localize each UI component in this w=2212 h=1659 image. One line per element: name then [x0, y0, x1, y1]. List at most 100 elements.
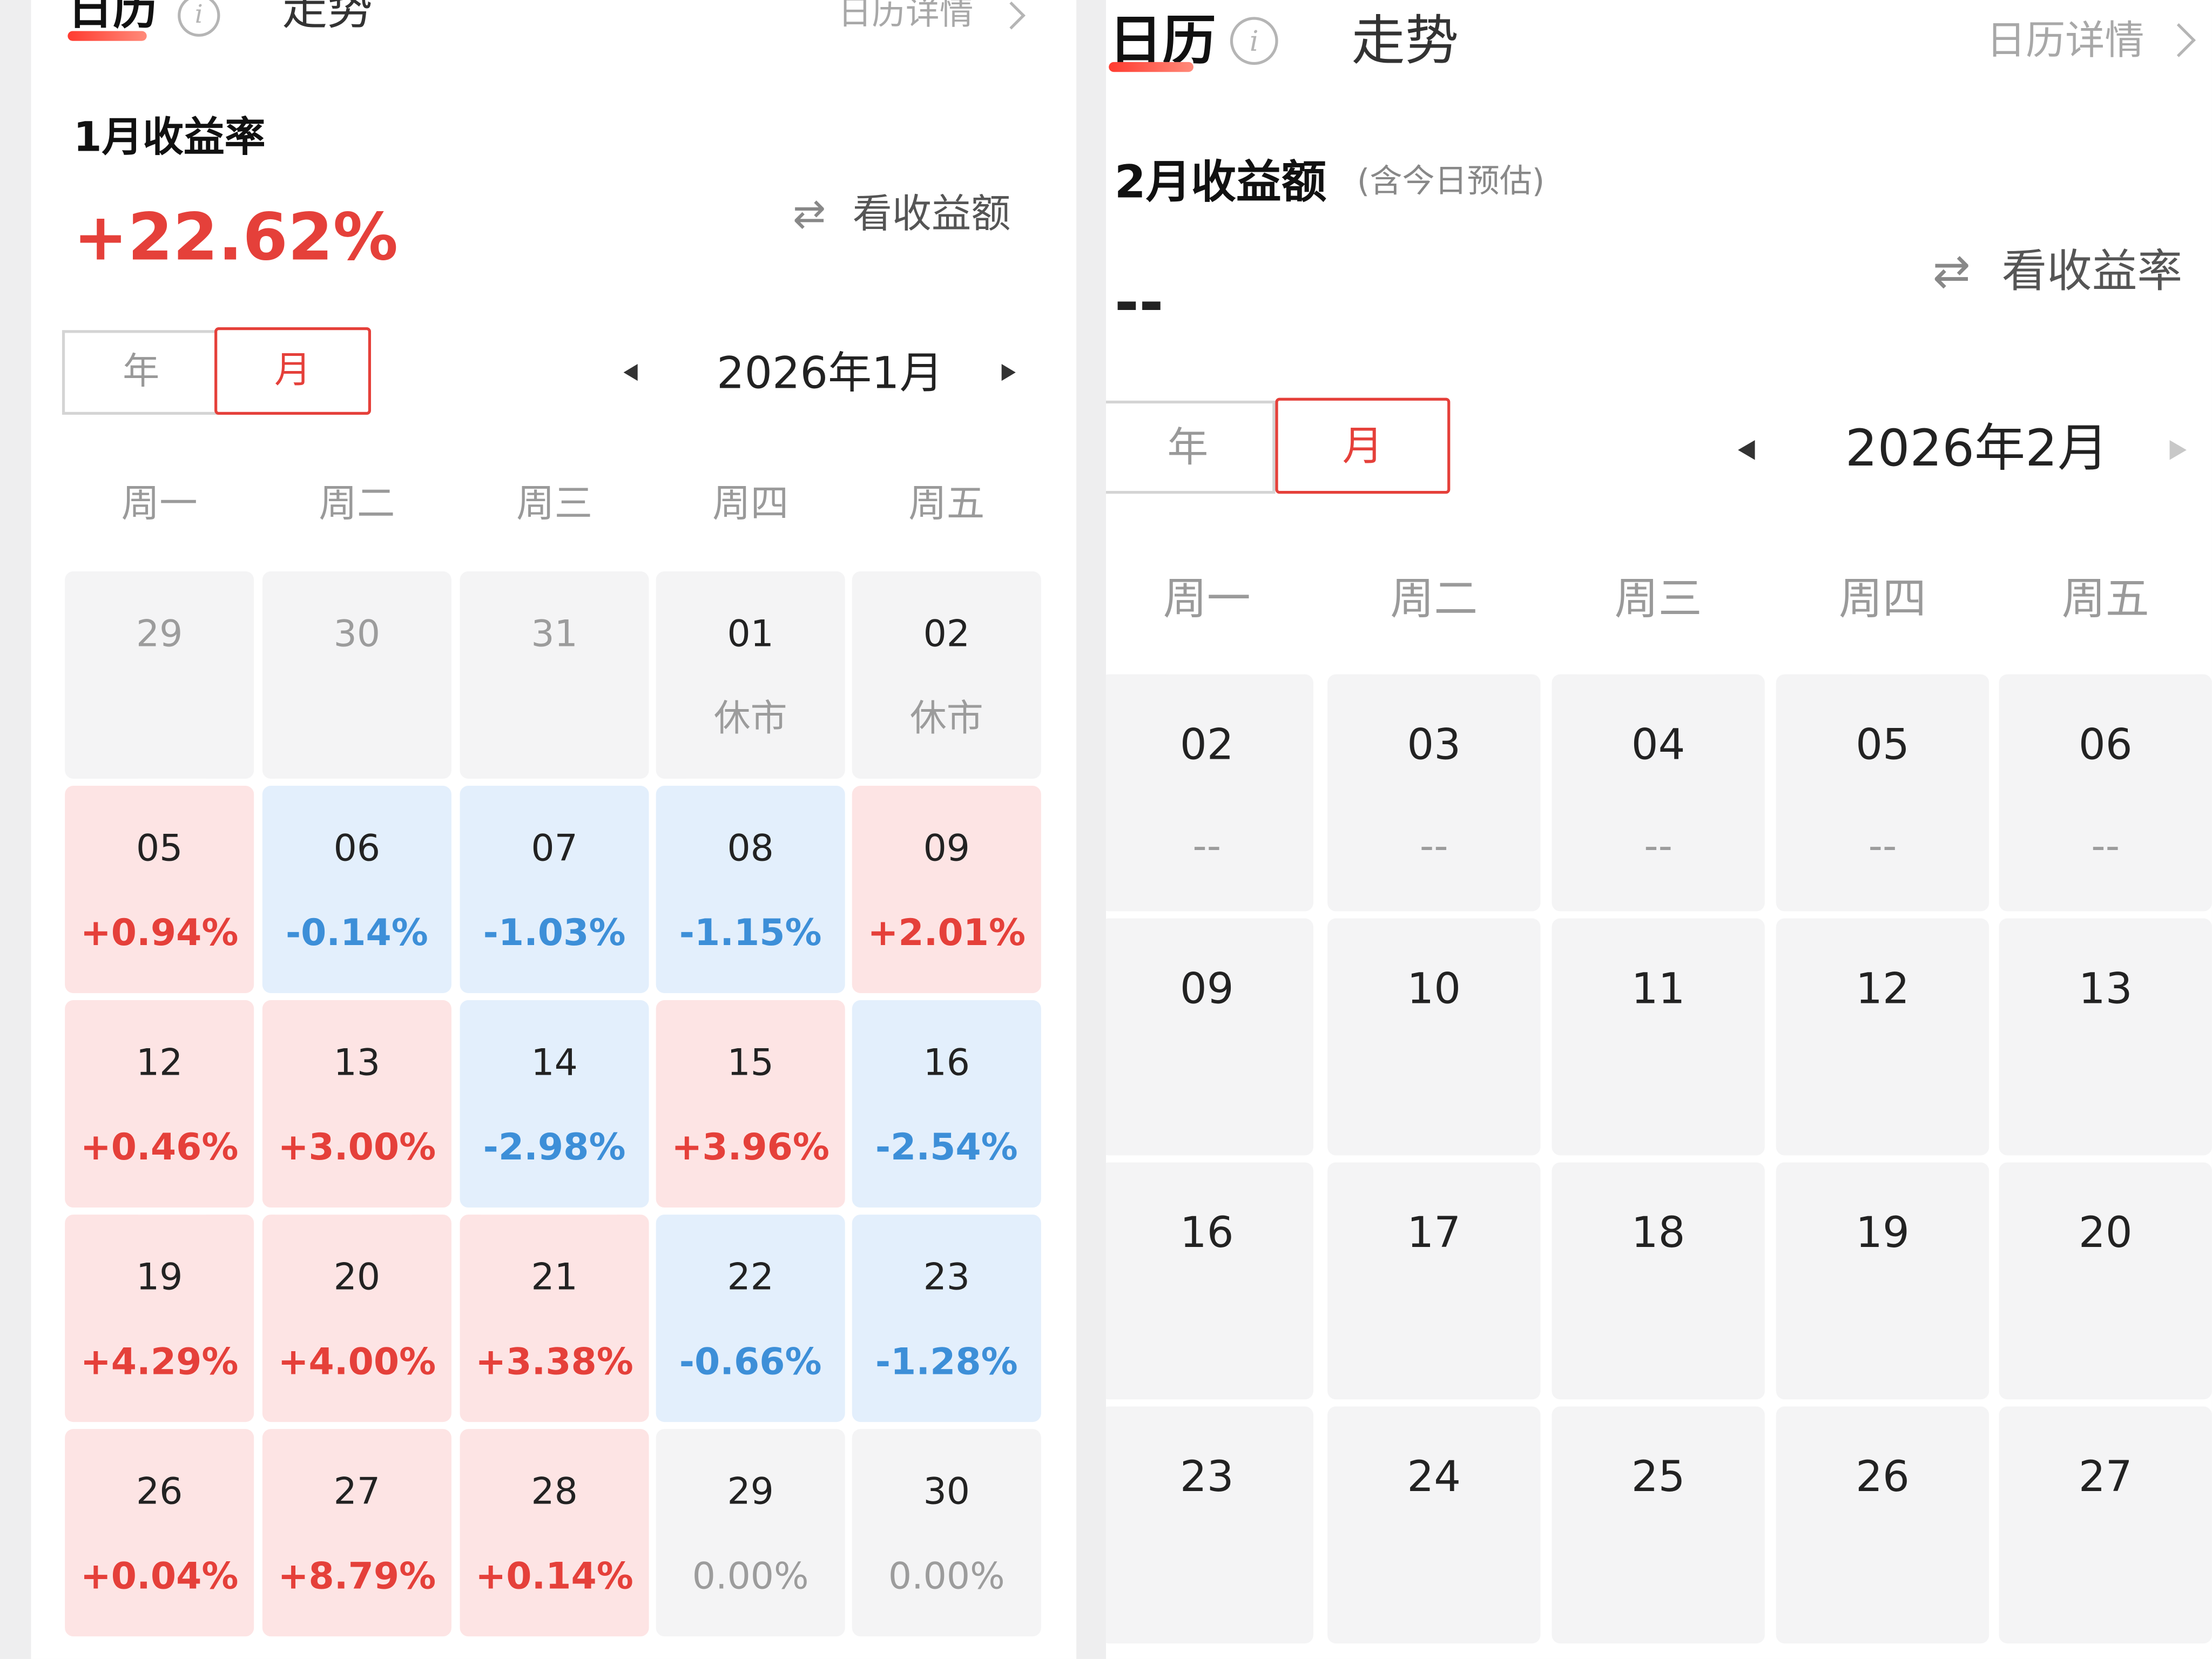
weekday-label: 周三: [1614, 574, 1702, 625]
calendar-day-cell[interactable]: 16 -2.54%: [852, 1000, 1041, 1208]
segment-month[interactable]: 月: [214, 327, 372, 415]
current-month-label: 2026年1月: [716, 348, 943, 400]
calendar-day-cell[interactable]: 15 +3.96%: [656, 1000, 845, 1208]
calendar-day-cell[interactable]: 29: [65, 571, 254, 779]
daily-return-value: -0.66%: [679, 1341, 822, 1384]
calendar-day-cell[interactable]: 29 0.00%: [656, 1429, 845, 1637]
calendar-day-cell[interactable]: 31: [460, 571, 649, 779]
calendar-day-cell[interactable]: 20: [1999, 1162, 2212, 1400]
day-number: 18: [1631, 1209, 1685, 1259]
info-icon[interactable]: i: [1230, 17, 1278, 65]
calendar-day-cell[interactable]: 19: [1776, 1162, 1990, 1400]
prev-month-arrow-icon[interactable]: [1738, 440, 1755, 460]
prev-month-arrow-icon[interactable]: [623, 363, 638, 381]
calendar-day-cell[interactable]: 24: [1327, 1406, 1541, 1644]
calendar-day-cell[interactable]: 16: [1105, 1162, 1313, 1400]
segment-year[interactable]: 年: [1105, 400, 1276, 494]
calendar-day-cell[interactable]: 30: [262, 571, 451, 779]
calendar-day-cell[interactable]: 28 +0.14%: [460, 1429, 649, 1637]
calendar-day-cell[interactable]: 09 +2.01%: [852, 785, 1041, 993]
day-number: 27: [2078, 1453, 2133, 1502]
next-month-arrow-icon[interactable]: [2169, 440, 2187, 460]
calendar-day-cell[interactable]: 13 +3.00%: [262, 1000, 451, 1208]
calendar-day-cell[interactable]: 13: [1999, 918, 2212, 1156]
calendar-day-cell[interactable]: 04 --: [1552, 674, 1765, 912]
calendar-day-cell[interactable]: 22 -0.66%: [656, 1215, 845, 1422]
toggle-amount-button[interactable]: ⇄ 看收益额: [793, 189, 1010, 240]
chevron-right-icon[interactable]: [997, 1, 1026, 30]
daily-return-value: +3.38%: [475, 1341, 633, 1384]
calendar-day-cell[interactable]: 09: [1105, 918, 1313, 1156]
day-number: 12: [136, 1042, 183, 1085]
day-number: 29: [136, 613, 183, 656]
calendar-day-cell[interactable]: 06 --: [1999, 674, 2212, 912]
calendar-day-cell[interactable]: 07 -1.03%: [460, 785, 649, 993]
weekday-label: 周一: [1163, 574, 1251, 625]
calendar-day-cell[interactable]: 27 +8.79%: [262, 1429, 451, 1637]
tab-trend[interactable]: 走势: [282, 0, 372, 37]
daily-return-value: +4.29%: [80, 1341, 239, 1384]
calendar-day-cell[interactable]: 05 --: [1776, 674, 1990, 912]
calendar-day-cell[interactable]: 08 -1.15%: [656, 785, 845, 993]
calendar-day-cell[interactable]: 06 -0.14%: [262, 785, 451, 993]
daily-return-value: +3.96%: [671, 1127, 830, 1170]
weekday-label: 周四: [1839, 574, 1926, 625]
calendar-day-cell[interactable]: 26 +0.04%: [65, 1429, 254, 1637]
daily-return-value: -1.15%: [679, 913, 822, 955]
day-number: 02: [1179, 720, 1234, 771]
screenshot-stage: 日历 i 走势 日历详情 1月收益率 +22.62% ⇄ 看收益额 年 月 20…: [0, 0, 2212, 1659]
calendar-day-cell[interactable]: 18: [1552, 1162, 1765, 1400]
day-number: 16: [1179, 1209, 1234, 1259]
segment-month[interactable]: 月: [1275, 397, 1451, 494]
toggle-rate-button[interactable]: ⇄ 看收益率: [1933, 242, 2182, 299]
calendar-day-cell[interactable]: 17: [1327, 1162, 1541, 1400]
day-number: 30: [333, 613, 381, 656]
calendar-day-cell[interactable]: 30 0.00%: [852, 1429, 1041, 1637]
calendar-day-cell[interactable]: 03 --: [1327, 674, 1541, 912]
day-number: 16: [923, 1042, 970, 1085]
weekday-label: 周五: [2061, 574, 2149, 625]
day-number: 23: [1179, 1453, 1234, 1502]
daily-return-value: +2.01%: [867, 913, 1026, 955]
calendar-day-cell[interactable]: 26: [1776, 1406, 1990, 1644]
calendar-day-cell[interactable]: 21 +3.38%: [460, 1215, 649, 1422]
day-number: 21: [531, 1257, 578, 1299]
day-number: 29: [727, 1471, 774, 1514]
calendar-day-cell[interactable]: 12: [1776, 918, 1990, 1156]
day-number: 22: [727, 1257, 774, 1299]
next-month-arrow-icon[interactable]: [1001, 363, 1016, 381]
day-number: 28: [531, 1471, 578, 1514]
daily-return-value: +3.00%: [278, 1127, 436, 1170]
calendar-detail-link[interactable]: 日历详情: [1986, 17, 2144, 65]
calendar-day-cell[interactable]: 01 休市: [656, 571, 845, 779]
day-number: 07: [531, 828, 578, 871]
day-number: 15: [727, 1042, 774, 1085]
day-number: 02: [923, 613, 970, 656]
page-title: 1月收益率: [73, 112, 266, 161]
calendar-day-cell[interactable]: 23: [1105, 1406, 1313, 1644]
day-number: 05: [136, 828, 183, 871]
calendar-day-cell[interactable]: 12 +0.46%: [65, 1000, 254, 1208]
daily-return-value: +0.46%: [80, 1127, 239, 1170]
chevron-right-icon[interactable]: [2162, 23, 2196, 57]
segment-year[interactable]: 年: [62, 330, 220, 415]
calendar-day-cell[interactable]: 05 +0.94%: [65, 785, 254, 993]
calendar-day-cell[interactable]: 19 +4.29%: [65, 1215, 254, 1422]
daily-return-value: -2.54%: [875, 1127, 1018, 1170]
active-tab-indicator: [1109, 62, 1193, 72]
calendar-day-cell[interactable]: 27: [1999, 1406, 2212, 1644]
calendar-detail-link[interactable]: 日历详情: [838, 0, 974, 34]
daily-return-value: -1.03%: [483, 913, 626, 955]
calendar-day-cell[interactable]: 20 +4.00%: [262, 1215, 451, 1422]
info-icon[interactable]: i: [178, 0, 220, 37]
day-number: 13: [2078, 965, 2133, 1015]
tab-trend[interactable]: 走势: [1351, 9, 1459, 73]
calendar-day-cell[interactable]: 11: [1552, 918, 1765, 1156]
calendar-day-cell[interactable]: 23 -1.28%: [852, 1215, 1041, 1422]
calendar-day-cell[interactable]: 14 -2.98%: [460, 1000, 649, 1208]
daily-return-value: --: [1868, 822, 1897, 869]
calendar-day-cell[interactable]: 25: [1552, 1406, 1765, 1644]
calendar-day-cell[interactable]: 02 --: [1105, 674, 1313, 912]
calendar-day-cell[interactable]: 10: [1327, 918, 1541, 1156]
calendar-day-cell[interactable]: 02 休市: [852, 571, 1041, 779]
